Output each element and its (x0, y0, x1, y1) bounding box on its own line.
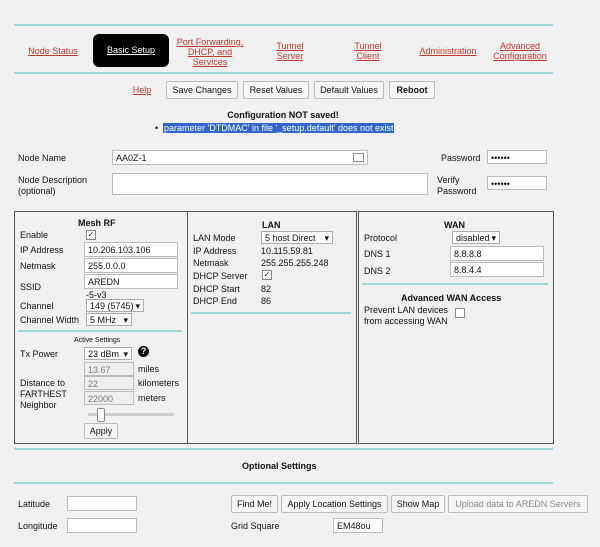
mesh-apply-button[interactable]: Apply (84, 423, 118, 439)
distance-slider-thumb[interactable] (97, 408, 105, 422)
nav-divider (14, 72, 553, 74)
mesh-enable-label: Enable (20, 230, 49, 240)
dhcp-end-label: DHCP End (193, 296, 237, 306)
mesh-width-select[interactable]: 5 MHz (86, 313, 132, 326)
meters-unit: meters (138, 393, 166, 403)
password-input[interactable]: •••••• (487, 150, 547, 164)
node-name-label: Node Name (18, 153, 67, 163)
nav-port-forwarding[interactable]: Port Forwarding, DHCP, and Services (172, 37, 248, 67)
status-message: parameter 'DTDMAC' in file '_setup.defau… (163, 123, 395, 133)
reboot-button[interactable]: Reboot (389, 81, 435, 99)
nav-tunnel-client[interactable]: Tunnel Client (346, 41, 390, 61)
mesh-ssid-label: SSID (20, 282, 42, 292)
wan-title: WAN (444, 220, 465, 230)
kilometers-input: 22 (84, 376, 134, 390)
help-link[interactable]: Help (126, 85, 158, 95)
mesh-netmask-label: Netmask (20, 261, 56, 271)
lan-mode-label: LAN Mode (193, 233, 236, 243)
latitude-input[interactable] (67, 496, 137, 511)
mesh-ip-label: IP Address (20, 245, 64, 255)
node-description-input[interactable] (112, 173, 428, 195)
dhcp-server-label: DHCP Server (193, 271, 248, 281)
advanced-wan-title: Advanced WAN Access (401, 293, 502, 303)
password-label: Password (441, 153, 481, 163)
lan-divider (191, 312, 351, 314)
status-title: Configuration NOT saved! (227, 110, 339, 120)
lan-ip-label: IP Address (193, 246, 237, 256)
wan-protocol-label: Protocol (364, 233, 398, 243)
dns1-input[interactable]: 8.8.8.8 (450, 246, 544, 261)
dhcp-start-label: DHCP Start (193, 284, 240, 294)
dhcp-server-checkbox[interactable]: ✓ (262, 270, 272, 280)
mesh-divider (18, 330, 182, 332)
info-icon[interactable]: ? (138, 346, 149, 357)
find-me-button[interactable]: Find Me! (231, 495, 278, 513)
mesh-channel-select[interactable]: 149 (5745) (86, 299, 144, 312)
save-changes-button[interactable]: Save Changes (166, 81, 238, 99)
upload-data-button: Upload data to AREDN Servers (448, 495, 588, 513)
kilometers-unit: kilometers (138, 378, 180, 388)
nav-basic-setup[interactable]: Basic Setup (93, 34, 169, 67)
longitude-input[interactable] (67, 518, 137, 533)
nav-advanced-configuration[interactable]: Advanced Configuration (488, 41, 552, 61)
miles-unit: miles (138, 364, 160, 374)
dns1-label: DNS 1 (364, 249, 391, 259)
lan-netmask-value: 255.255.255.248 (261, 258, 329, 268)
verify-password-input[interactable]: •••••• (487, 176, 547, 190)
tx-power-label: Tx Power (20, 349, 59, 359)
apply-location-button[interactable]: Apply Location Settings (281, 495, 388, 513)
longitude-label: Longitude (18, 521, 58, 531)
dhcp-start-value: 82 (261, 284, 272, 294)
mesh-netmask-input[interactable]: 255.0.0.0 (84, 258, 178, 273)
dns2-label: DNS 2 (364, 266, 391, 276)
mesh-rf-title: Mesh RF (78, 218, 116, 228)
mesh-enable-checkbox[interactable]: ✓ (86, 230, 96, 240)
dns2-input[interactable]: 8.8.4.4 (450, 262, 544, 277)
nav-administration[interactable]: Administration (412, 46, 484, 56)
grid-square-input[interactable]: EM48ou (333, 518, 383, 533)
prevent-lan-label: Prevent LAN devices from accessing WAN (364, 305, 449, 326)
lan-ip-value: 10.115.59.81 (261, 246, 313, 256)
mesh-width-label: Channel Width (20, 315, 80, 325)
optional-divider-bottom (14, 482, 553, 484)
optional-divider-top (14, 448, 553, 450)
top-divider (14, 24, 553, 26)
distance-label: Distance to FARTHEST Neighbor (20, 378, 67, 410)
mesh-ip-input[interactable]: 10.206.103.106 (84, 242, 178, 257)
dhcp-end-value: 86 (261, 296, 272, 306)
prevent-lan-checkbox[interactable] (455, 308, 465, 318)
latitude-label: Latitude (18, 499, 51, 509)
meters-input: 22000 (84, 391, 134, 405)
lan-mode-select[interactable]: 5 host Direct (261, 231, 333, 244)
wan-protocol-select[interactable]: disabled (452, 231, 500, 244)
tx-power-select[interactable]: 23 dBm (84, 347, 132, 360)
optional-settings-title: Optional Settings (242, 461, 317, 471)
default-values-button[interactable]: Default Values (314, 81, 384, 99)
status-message-bullet: • (155, 123, 159, 133)
verify-password-label: Verify Password (437, 175, 477, 196)
lan-netmask-label: Netmask (193, 258, 229, 268)
node-name-input[interactable]: AA0Z-1 (112, 150, 368, 165)
active-settings-title: Active Settings (74, 337, 121, 344)
contact-card-icon (353, 153, 364, 162)
wan-divider (362, 283, 548, 285)
miles-input: 13.67 (84, 362, 134, 376)
reset-values-button[interactable]: Reset Values (243, 81, 309, 99)
grid-square-label: Grid Square (231, 521, 280, 531)
node-description-label: Node Description (optional) (18, 175, 88, 196)
mesh-ssid-input[interactable]: AREDN (84, 274, 178, 289)
lan-title: LAN (262, 220, 281, 230)
nav-node-status[interactable]: Node Status (22, 46, 84, 56)
nav-tunnel-server[interactable]: Tunnel Server (268, 41, 312, 61)
show-map-button[interactable]: Show Map (391, 495, 445, 513)
mesh-channel-label: Channel (20, 301, 54, 311)
